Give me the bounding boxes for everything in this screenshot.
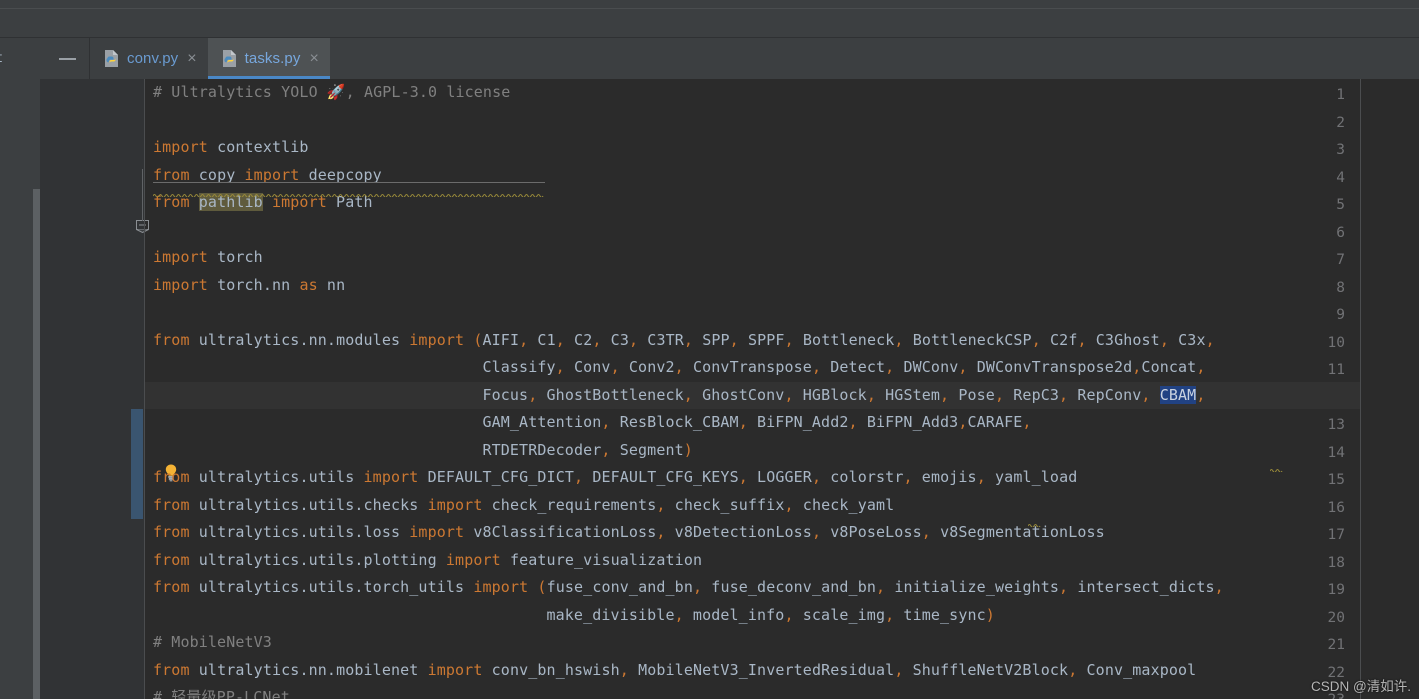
code-line[interactable]: RTDETRDecoder, Segment) (145, 437, 1419, 465)
code-line[interactable]: # Ultralytics YOLO 🚀, AGPL-3.0 license (145, 79, 1419, 107)
code-text-area[interactable]: # Ultralytics YOLO 🚀, AGPL-3.0 license im… (145, 79, 1419, 699)
code-line[interactable] (145, 217, 1419, 245)
tab-label: conv.py (127, 50, 178, 67)
code-line[interactable]: Classify, Conv, Conv2, ConvTranspose, De… (145, 354, 1419, 382)
comment-typo-squiggle (153, 182, 545, 186)
code-line[interactable]: from ultralytics.utils.plotting import f… (145, 547, 1419, 575)
tab-conv-py[interactable]: conv.py × (90, 38, 208, 79)
toolbar-divider (0, 8, 1419, 9)
tab-tasks-py[interactable]: tasks.py × (208, 38, 330, 79)
fold-region-line (142, 169, 143, 221)
tab-label: tasks.py (245, 50, 301, 67)
minimize-icon (59, 58, 76, 60)
code-line[interactable]: from ultralytics.utils.checks import che… (145, 492, 1419, 520)
tool-window-scroll-thumb[interactable] (33, 189, 40, 699)
ide-window: t conv.py × (0, 0, 1419, 699)
editor-tab-bar: t conv.py × (0, 38, 1419, 79)
code-line[interactable]: from ultralytics.nn.modules import (AIFI… (145, 327, 1419, 355)
code-line[interactable] (145, 107, 1419, 135)
tool-window-stripe-label[interactable]: t (0, 38, 45, 79)
code-line[interactable]: # 轻量级PP-LCNet (145, 684, 1419, 699)
code-line[interactable]: GAM_Attention, ResBlock_CBAM, BiFPN_Add2… (145, 409, 1419, 437)
code-line[interactable]: from ultralytics.utils.torch_utils impor… (145, 574, 1419, 602)
syntax-warning-squiggle (1270, 457, 1284, 461)
close-icon[interactable]: × (309, 51, 318, 67)
code-line[interactable]: from ultralytics.nn.mobilenet import con… (145, 657, 1419, 685)
code-line[interactable]: from ultralytics.utils.loss import v8Cla… (145, 519, 1419, 547)
syntax-warning-squiggle (1028, 512, 1042, 516)
code-line[interactable]: make_divisible, model_info, scale_img, t… (145, 602, 1419, 630)
python-file-icon (103, 49, 120, 68)
editor-gutter[interactable] (40, 79, 145, 699)
code-line[interactable]: # MobileNetV3 (145, 629, 1419, 657)
close-icon[interactable]: × (187, 51, 196, 67)
right-margin-separator (1360, 79, 1361, 699)
watermark: CSDN @清如许. (1311, 675, 1411, 695)
python-file-icon (221, 49, 238, 68)
code-line[interactable]: import torch.nn as nn (145, 272, 1419, 300)
code-line[interactable]: Focus, GhostBottleneck, GhostConv, HGBlo… (145, 382, 1419, 410)
vcs-change-marker-modified[interactable] (131, 409, 143, 519)
tool-window-text: t (0, 51, 2, 66)
code-line[interactable] (145, 299, 1419, 327)
code-line[interactable]: from ultralytics.utils import DEFAULT_CF… (145, 464, 1419, 492)
code-editor[interactable]: 1234567891011121314151617181920212223 (0, 79, 1419, 699)
window-top-strip (0, 0, 1419, 38)
code-line[interactable]: import torch (145, 244, 1419, 272)
hide-tool-window-button[interactable] (45, 38, 90, 79)
code-line[interactable]: import contextlib (145, 134, 1419, 162)
editor-right-margin (1361, 79, 1419, 699)
